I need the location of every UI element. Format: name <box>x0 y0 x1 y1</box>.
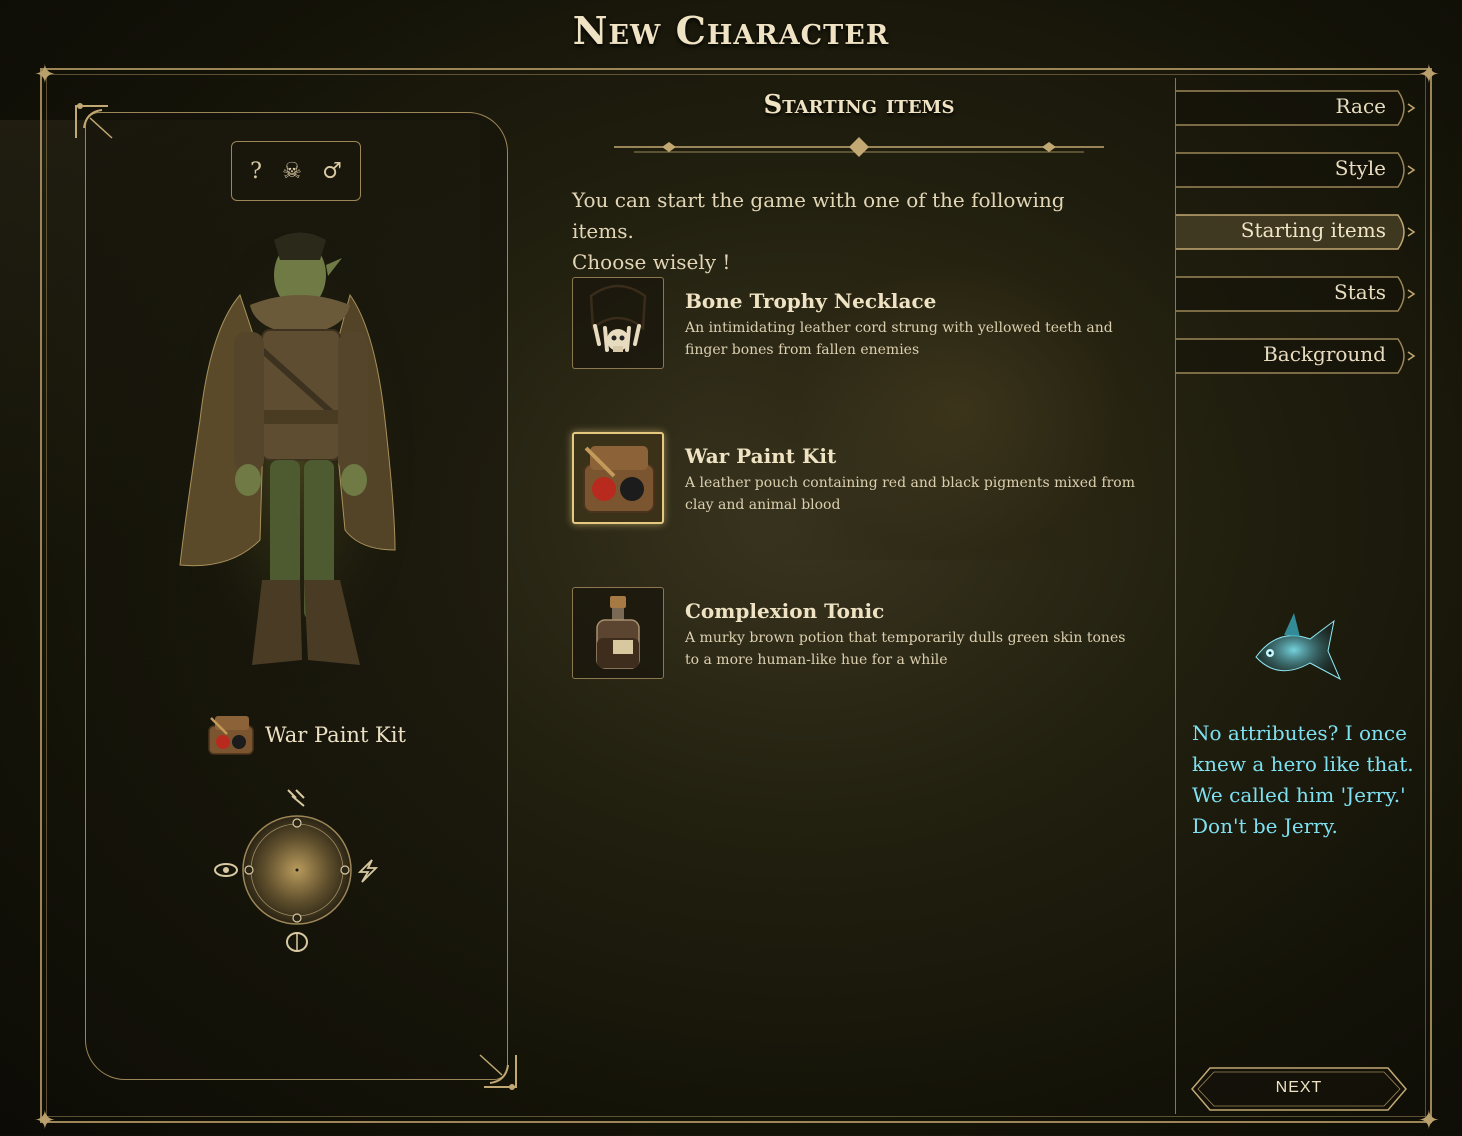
tab-label: Race <box>1335 94 1386 118</box>
energy-icon <box>357 859 379 883</box>
character-tags[interactable]: ? ☠ ♂ <box>231 141 361 201</box>
attribute-wheel[interactable] <box>212 782 382 954</box>
character-portrait <box>175 230 415 690</box>
tab-background[interactable]: Background <box>1176 338 1416 374</box>
item-name: Bone Trophy Necklace <box>685 289 937 313</box>
war-paint-kit-icon <box>572 432 664 524</box>
intro-line: You can start the game with one of the f… <box>572 188 1065 243</box>
page-title: New Character <box>572 8 890 53</box>
tab-race[interactable]: Race <box>1176 90 1416 126</box>
item-description: A leather pouch containing red and black… <box>685 475 1136 513</box>
selected-item: War Paint Kit <box>205 710 406 760</box>
tab-label: Stats <box>1334 280 1386 304</box>
flourish-top-left-icon <box>75 103 113 139</box>
section-title: Starting items <box>763 90 955 120</box>
corner-ornament-icon: ✦ <box>1418 60 1440 90</box>
item-option-war-paint-kit[interactable]: War Paint Kit A leather pouch containing… <box>572 432 1142 526</box>
companion-quip: No attributes? I once knew a hero like t… <box>1192 721 1414 838</box>
item-option-bone-trophy-necklace[interactable]: Bone Trophy Necklace An intimidating lea… <box>572 277 1142 371</box>
potion-icon <box>572 587 664 679</box>
spectral-fish-icon <box>1255 613 1342 681</box>
item-description: A murky brown potion that temporarily du… <box>685 630 1126 668</box>
selected-item-label: War Paint Kit <box>265 723 406 747</box>
next-button[interactable]: NEXT <box>1190 1066 1408 1112</box>
section-divider <box>614 137 1104 157</box>
tab-label: Starting items <box>1240 218 1386 242</box>
corner-ornament-icon: ✦ <box>34 60 56 90</box>
dexterity-icon <box>287 789 305 807</box>
item-name: Complexion Tonic <box>685 599 885 623</box>
unknown-label: ? <box>250 158 262 184</box>
intro-text: You can start the game with one of the f… <box>572 185 1132 278</box>
corner-ornament-icon: ✦ <box>34 1106 56 1136</box>
tab-stats[interactable]: Stats <box>1176 276 1416 312</box>
item-description: An intimidating leather cord strung with… <box>685 320 1113 358</box>
perception-icon <box>214 863 238 877</box>
intro-line: Choose wisely ! <box>572 250 731 274</box>
tab-label: Style <box>1334 156 1386 180</box>
tab-style[interactable]: Style <box>1176 152 1416 188</box>
tab-starting-items[interactable]: Starting items <box>1176 214 1416 250</box>
intro-line: You can start the game with one of the f… <box>572 185 1132 278</box>
war-paint-kit-icon <box>208 716 254 755</box>
bone-necklace-icon <box>572 277 664 369</box>
corner-ornament-icon: ✦ <box>1418 1106 1440 1136</box>
item-option-complexion-tonic[interactable]: Complexion Tonic A murky brown potion th… <box>572 587 1142 681</box>
next-button-label: NEXT <box>1275 1079 1323 1096</box>
skull-icon: ☠ <box>282 158 302 184</box>
intellect-icon <box>286 932 308 952</box>
item-name: War Paint Kit <box>685 444 837 468</box>
male-icon: ♂ <box>322 158 342 184</box>
flourish-bottom-right-icon <box>479 1054 517 1090</box>
tab-label: Background <box>1263 342 1386 366</box>
